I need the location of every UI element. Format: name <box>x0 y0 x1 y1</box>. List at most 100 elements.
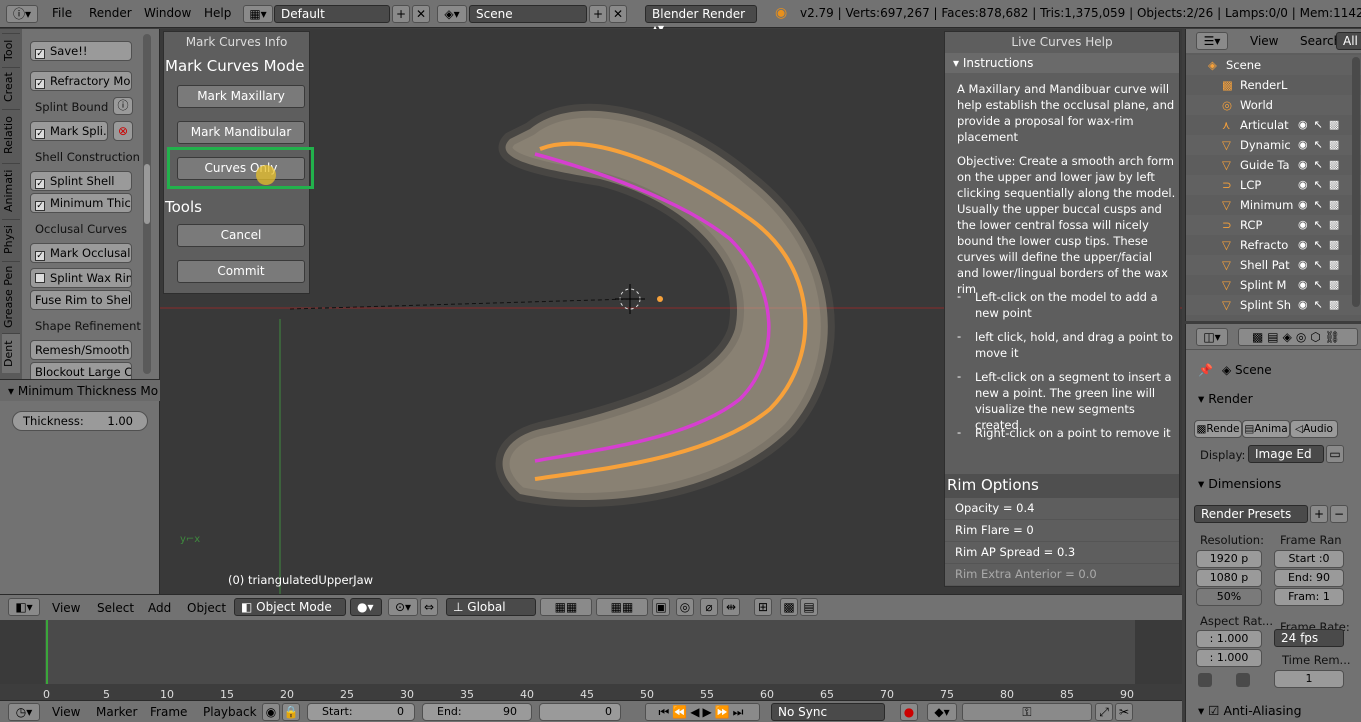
scrollbar-thumb[interactable] <box>144 164 150 224</box>
tab-dent[interactable]: Dent <box>2 333 20 373</box>
instructions-header[interactable]: ▾ Instructions <box>945 53 1179 73</box>
refractory-model-button[interactable]: ✓Refractory Model <box>30 71 132 91</box>
curves-only-button[interactable]: Curves Only <box>177 157 305 180</box>
render-button[interactable]: ▩Rende <box>1194 420 1242 438</box>
visibility-controls-icon[interactable]: ◉↖▩ <box>1298 118 1345 131</box>
animation-button[interactable]: ▤Anima <box>1242 420 1290 438</box>
timeline-menu-view[interactable]: View <box>52 705 80 719</box>
outliner-editor-icon[interactable]: ☰▾ <box>1196 32 1228 50</box>
record-icon[interactable]: ● <box>900 703 918 721</box>
rim-opacity-row[interactable]: Opacity = 0.4 <box>945 498 1179 520</box>
frame-step-field[interactable]: Fram: 1 <box>1274 588 1344 606</box>
menu-help[interactable]: Help <box>204 6 231 20</box>
layers-icon[interactable]: ▦▦ <box>540 598 592 616</box>
visibility-controls-icon[interactable]: ◉↖▩ <box>1298 238 1345 251</box>
visibility-controls-icon[interactable]: ◉↖▩ <box>1298 158 1345 171</box>
add-scene-icon[interactable]: + <box>589 5 607 23</box>
end-frame-field[interactable]: End: 90 <box>422 703 532 721</box>
visibility-controls-icon[interactable]: ◉↖▩ <box>1298 218 1345 231</box>
display-dropdown[interactable]: Image Ed <box>1248 445 1324 463</box>
use-preview-icon[interactable]: ◉ <box>262 703 280 721</box>
window-icon[interactable]: ▭ <box>1326 445 1344 463</box>
crop-checkbox[interactable] <box>1236 673 1250 687</box>
fuse-rim-button[interactable]: Fuse Rim to Shell <box>30 290 132 310</box>
dimensions-section-header[interactable]: ▾ Dimensions <box>1198 476 1281 491</box>
render-icon[interactable]: ▩ <box>780 598 798 616</box>
viewport-menu-object[interactable]: Object <box>187 601 226 615</box>
menu-render[interactable]: Render <box>89 6 132 20</box>
anti-aliasing-section-header[interactable]: ▾ ☑ Anti-Aliasing <box>1198 703 1302 718</box>
add-preset-icon[interactable]: + <box>1310 505 1328 523</box>
proportional-icon[interactable]: ◎ <box>676 598 694 616</box>
outliner-filter-dropdown[interactable]: All S <box>1336 32 1361 50</box>
snap-icon[interactable]: ⌀ <box>700 598 718 616</box>
timeline-menu-frame[interactable]: Frame <box>150 705 187 719</box>
current-frame-field[interactable]: 0 <box>539 703 621 721</box>
render-section-header[interactable]: ▾ Render <box>1198 391 1253 406</box>
resolution-y-field[interactable]: 1080 p <box>1196 569 1262 587</box>
scene-dropdown[interactable]: Scene <box>469 5 587 23</box>
render-engine-dropdown[interactable]: Blender Render ▴▾ <box>645 5 757 35</box>
outliner-item[interactable]: ▽ Splint M ◉↖▩ <box>1186 275 1361 295</box>
minimum-thickness-button[interactable]: ✓Minimum Thick... <box>30 193 132 213</box>
timeline-menu-playback[interactable]: Playback <box>203 705 257 719</box>
tab-relations[interactable]: Relatio <box>2 109 20 161</box>
outliner-menu-view[interactable]: View <box>1250 34 1278 48</box>
editor-type-icon[interactable]: ◧▾ <box>8 598 40 616</box>
remove-scene-icon[interactable]: ✕ <box>609 5 627 23</box>
pin-icon[interactable]: 📌 <box>1198 363 1213 377</box>
aspect-y-field[interactable]: : 1.000 <box>1196 649 1262 667</box>
help-title[interactable]: Live Curves Help <box>945 32 1179 52</box>
lock-icon[interactable]: ▣ <box>652 598 670 616</box>
viewport-menu-select[interactable]: Select <box>97 601 134 615</box>
playhead[interactable] <box>46 620 48 684</box>
cancel-button[interactable]: Cancel <box>177 224 305 247</box>
outliner-item[interactable]: ▽ Shell Pat ◉↖▩ <box>1186 255 1361 275</box>
insert-key-icon[interactable]: ⤢ <box>1095 703 1113 721</box>
outliner-item[interactable]: ◎ World <box>1186 95 1361 115</box>
rim-flare-row[interactable]: Rim Flare = 0 <box>945 520 1179 542</box>
remove-preset-icon[interactable]: − <box>1330 505 1348 523</box>
scene-icon[interactable]: ◈▾ <box>437 5 467 23</box>
timeline-area[interactable] <box>0 620 1182 696</box>
remove-layout-icon[interactable]: ✕ <box>412 5 430 23</box>
save-button[interactable]: ✓ Save!! <box>30 41 132 61</box>
mode-dropdown[interactable]: ◧ Object Mode <box>234 598 346 616</box>
thickness-field[interactable]: Thickness: 1.00 <box>12 411 148 431</box>
outliner-item[interactable]: ▩ RenderL <box>1186 75 1361 95</box>
aspect-x-field[interactable]: : 1.000 <box>1196 630 1262 648</box>
manipulator-icon[interactable]: ⇔ <box>420 598 438 616</box>
render-anim-icon[interactable]: ▤ <box>800 598 818 616</box>
audio-button[interactable]: ◁Audio <box>1290 420 1338 438</box>
outliner-item[interactable]: ▽ Refracto ◉↖▩ <box>1186 235 1361 255</box>
outliner-item[interactable]: ▽ Guide Ta ◉↖▩ <box>1186 155 1361 175</box>
outliner-item[interactable]: ◈ Scene <box>1186 55 1361 75</box>
rim-extra-anterior-row[interactable]: Rim Extra Anterior = 0.0 <box>945 564 1179 586</box>
layout-icon[interactable]: ▦▾ <box>243 5 273 23</box>
pivot-icon[interactable]: ⊙▾ <box>388 598 418 616</box>
frame-end-field[interactable]: End: 90 <box>1274 569 1344 587</box>
timeline-menu-marker[interactable]: Marker <box>96 705 137 719</box>
visibility-controls-icon[interactable]: ◉↖▩ <box>1298 138 1345 151</box>
keying-icon[interactable]: ◆▾ <box>927 703 957 721</box>
keyingset-icon[interactable]: ⚿ <box>962 703 1092 721</box>
start-frame-field[interactable]: Start: 0 <box>307 703 415 721</box>
snap-target-icon[interactable]: ⊞ <box>754 598 772 616</box>
remesh-smooth-button[interactable]: Remesh/Smooth <box>30 340 132 360</box>
tab-create[interactable]: Creat <box>2 67 20 107</box>
outliner-item[interactable]: ⊃ RCP ◉↖▩ <box>1186 215 1361 235</box>
properties-editor-icon[interactable]: ◫▾ <box>1196 328 1228 346</box>
resolution-x-field[interactable]: 1920 p <box>1196 550 1262 568</box>
operator-panel-header[interactable]: ▾ Minimum Thickness Mo <box>0 379 160 401</box>
splint-wax-rim-button[interactable]: Splint Wax Rim <box>30 268 132 288</box>
visibility-controls-icon[interactable]: ◉↖▩ <box>1298 178 1345 191</box>
visibility-controls-icon[interactable]: ◉↖▩ <box>1298 278 1345 291</box>
mark-occlusal-button[interactable]: ✓Mark Occlusal ... <box>30 243 132 263</box>
rim-ap-spread-row[interactable]: Rim AP Spread = 0.3 <box>945 542 1179 564</box>
layout-dropdown[interactable]: Default <box>274 5 390 23</box>
layers-icon-2[interactable]: ▦▦ <box>596 598 648 616</box>
resolution-percent-field[interactable]: 50% <box>1196 588 1262 606</box>
visibility-controls-icon[interactable]: ◉↖▩ <box>1298 258 1345 271</box>
time-remap-field[interactable]: 1 <box>1274 670 1344 688</box>
tab-grease-pencil[interactable]: Grease Pen <box>2 261 20 331</box>
